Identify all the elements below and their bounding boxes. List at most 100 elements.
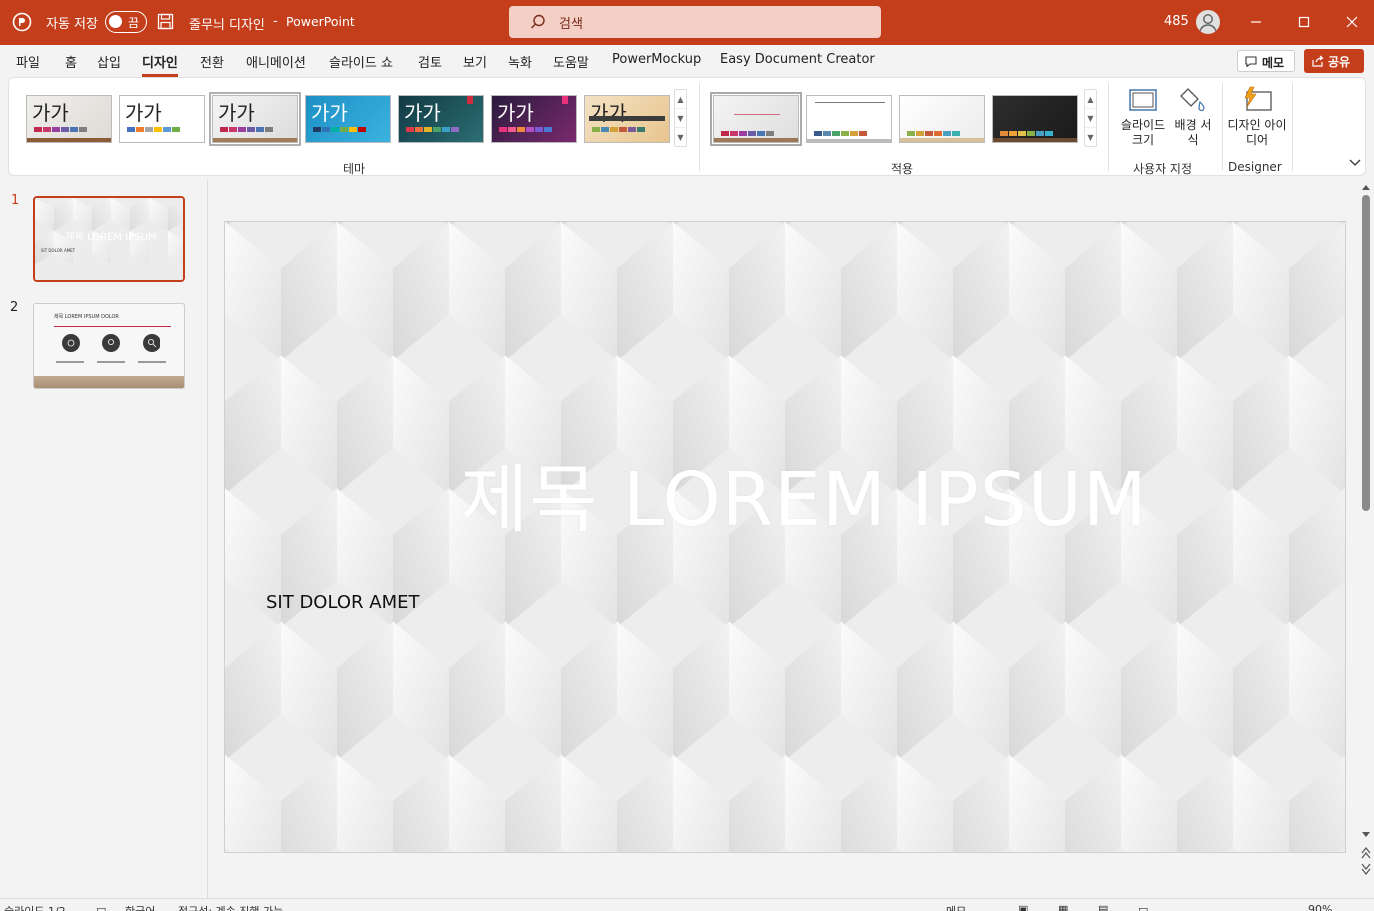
scroll-up-icon[interactable]: ▲ (675, 90, 686, 109)
scroll-down-icon[interactable] (1361, 831, 1371, 839)
variant-thumbnail-selected[interactable] (710, 92, 802, 146)
theme-sample-text: 가가 (218, 101, 255, 125)
user-count: 485 (1164, 14, 1189, 29)
theme-thumbnail[interactable]: 가가 (491, 95, 577, 143)
tab-record[interactable]: 녹화 (508, 52, 532, 71)
group-divider (699, 83, 700, 171)
theme-thumbnail[interactable]: 가가 (119, 95, 205, 143)
tab-animations[interactable]: 애니메이션 (246, 52, 306, 71)
theme-colors (34, 127, 87, 132)
reading-view-icon[interactable]: ▤ (1098, 903, 1108, 911)
document-title[interactable]: 줄무늬 디자인 (189, 14, 265, 33)
theme-dark-strip (589, 116, 665, 121)
theme-thumbnail[interactable]: 가가 (26, 95, 112, 143)
tab-file[interactable]: 파일 (16, 52, 40, 71)
scroll-down-icon[interactable]: ▼ (1085, 109, 1096, 128)
title-bar: 자동 저장 끔 줄무늬 디자인 - PowerPoint 검색 485 (0, 0, 1374, 45)
variant-thumbnail[interactable] (992, 95, 1078, 143)
thumb-icons (62, 334, 160, 352)
tab-home[interactable]: 홈 (65, 52, 77, 71)
scroll-up-icon[interactable] (1361, 183, 1371, 191)
slide-canvas[interactable]: 제목 LOREM IPSUM SIT DOLOR AMET (224, 221, 1346, 853)
search-box[interactable]: 검색 (509, 6, 881, 38)
ribbon-tabs: 파일 홈 삽입 디자인 전환 애니메이션 슬라이드 쇼 검토 보기 녹화 도움말… (0, 45, 1374, 77)
variant-wood-strip (714, 138, 798, 142)
tab-view[interactable]: 보기 (463, 52, 487, 71)
slide-sorter-icon[interactable]: ▦ (1058, 903, 1068, 911)
theme-accent-tab (467, 96, 473, 104)
variant-wood-strip (900, 138, 984, 142)
variants-group-label: 적용 (891, 162, 914, 176)
scrollbar-thumb[interactable] (1362, 195, 1370, 511)
thumb-title: 제목 LOREM IPSUM DOLOR (54, 314, 119, 320)
format-background-button[interactable]: 배경 서식 (1172, 86, 1214, 148)
hexagon-face (1345, 222, 1346, 228)
themes-group-label: 테마 (343, 162, 366, 176)
group-divider (1292, 83, 1293, 171)
slide-subtitle[interactable]: SIT DOLOR AMET (266, 592, 419, 613)
variant-wood-strip (993, 138, 1077, 142)
language[interactable]: 한국어 (125, 903, 155, 911)
slide-thumbnail-2[interactable]: 제목 LOREM IPSUM DOLOR (33, 303, 185, 389)
autosave-state: 끔 (128, 16, 140, 30)
scroll-up-icon[interactable]: ▲ (1085, 90, 1096, 109)
notes-page-icon[interactable]: ▭ (96, 903, 106, 911)
theme-sample-text: 가가 (32, 101, 69, 125)
tab-help[interactable]: 도움말 (553, 52, 589, 71)
save-icon[interactable] (157, 13, 174, 30)
collapse-ribbon-icon[interactable] (1349, 158, 1361, 168)
minimize-icon[interactable] (1244, 10, 1268, 34)
theme-colors (220, 127, 273, 132)
avatar[interactable] (1196, 10, 1220, 34)
variant-thumbnail[interactable] (899, 95, 985, 143)
theme-thumbnail[interactable]: 가가 (398, 95, 484, 143)
maximize-icon[interactable] (1292, 10, 1316, 34)
more-icon[interactable]: ▼ (1085, 128, 1096, 147)
customize-group-label: 사용자 지정 (1133, 162, 1193, 176)
theme-wood-strip (213, 138, 297, 142)
comment-icon (1245, 56, 1257, 67)
themes-gallery-scroll[interactable]: ▲ ▼ ▼ (674, 89, 687, 147)
normal-view-icon[interactable]: ▣ (1018, 903, 1028, 911)
tab-review[interactable]: 검토 (418, 52, 442, 71)
user-icon (1199, 14, 1217, 32)
variant-colors (721, 131, 774, 136)
theme-colors (406, 127, 459, 132)
design-ideas-button[interactable]: 디자인 아이디어 (1227, 86, 1287, 148)
autosave-toggle[interactable]: 끔 (105, 11, 147, 33)
variant-title-line (734, 114, 780, 115)
slide-title[interactable]: 제목 LOREM IPSUM (225, 440, 1345, 547)
accessibility-status[interactable]: 접근성: 계속 진행 가능 (178, 903, 283, 911)
more-icon[interactable]: ▼ (675, 128, 686, 147)
designer-group-label: Designer (1228, 160, 1282, 174)
slide-size-button[interactable]: 슬라이드 크기 (1115, 86, 1171, 148)
tab-slideshow[interactable]: 슬라이드 쇼 (329, 52, 393, 71)
tab-transitions[interactable]: 전환 (200, 52, 224, 71)
notes-toggle[interactable]: 메모 (946, 903, 966, 911)
format-background-icon (1180, 88, 1205, 112)
next-slide-icon[interactable] (1361, 863, 1371, 875)
hexagon-face (1345, 622, 1346, 761)
share-button[interactable]: 공유 (1304, 49, 1364, 73)
theme-thumbnail[interactable]: 가가 (305, 95, 391, 143)
theme-thumbnail-selected[interactable]: 가가 (209, 92, 301, 146)
memo-button[interactable]: 메모 (1237, 50, 1295, 72)
close-icon[interactable] (1340, 10, 1364, 34)
theme-sample-text: 가가 (404, 101, 441, 125)
variant-colors (1000, 131, 1053, 136)
variants-gallery-scroll[interactable]: ▲ ▼ ▼ (1084, 89, 1097, 147)
theme-thumbnail[interactable]: 가가 (584, 95, 670, 143)
tab-design[interactable]: 디자인 (142, 52, 178, 77)
search-icon (531, 14, 545, 29)
previous-slide-icon[interactable] (1361, 847, 1371, 859)
slideshow-icon[interactable]: ▭ (1138, 903, 1148, 911)
zoom-level[interactable]: 90% (1308, 903, 1332, 911)
tab-easy-document-creator[interactable]: Easy Document Creator (720, 52, 875, 67)
variant-thumbnail[interactable] (806, 95, 892, 143)
app-name: PowerPoint (286, 14, 355, 29)
tab-powermockup[interactable]: PowerMockup (612, 52, 701, 67)
tab-insert[interactable]: 삽입 (97, 52, 121, 71)
vertical-scrollbar[interactable] (1358, 180, 1374, 898)
scroll-down-icon[interactable]: ▼ (675, 109, 686, 128)
slide-thumbnail-1[interactable]: 제목 LOREM IPSUM SIT DOLOR AMET (33, 196, 185, 282)
